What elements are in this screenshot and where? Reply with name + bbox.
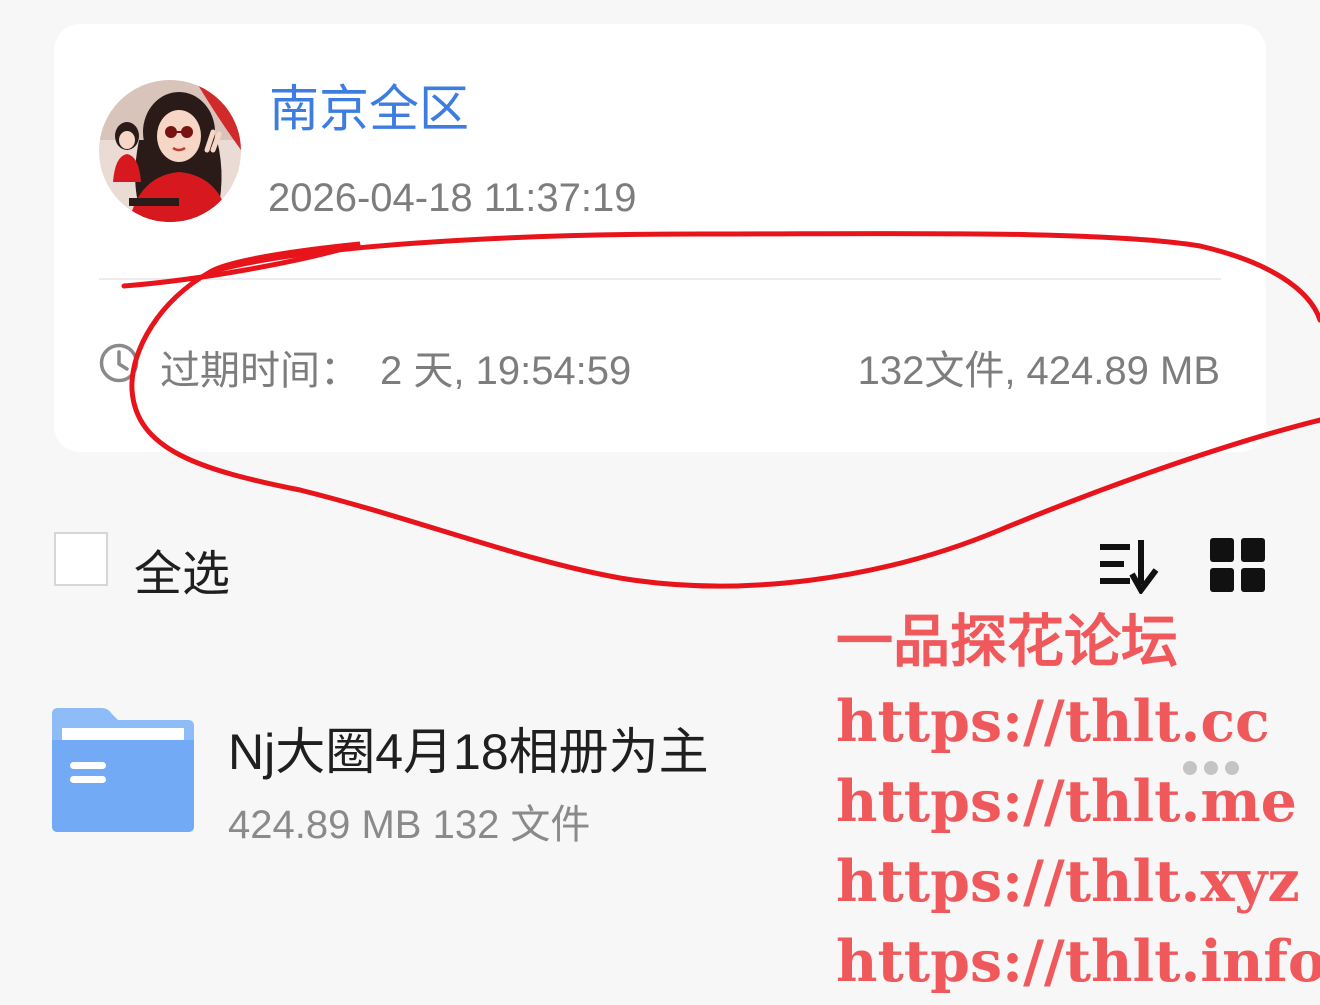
watermark-line: https://thlt.cc bbox=[836, 688, 1270, 755]
more-options-icon[interactable] bbox=[1180, 758, 1242, 778]
share-title: 南京全区 bbox=[269, 81, 469, 137]
select-all-label[interactable]: 全选 bbox=[134, 534, 230, 604]
avatar[interactable] bbox=[99, 80, 241, 222]
expire-label: 过期时间： bbox=[160, 349, 360, 393]
folder-icon[interactable] bbox=[52, 706, 194, 832]
watermark-line: https://thlt.me bbox=[836, 768, 1297, 835]
expire-countdown: 2 天, 19:54:59 bbox=[380, 349, 632, 393]
watermark-line: https://thlt.xyz bbox=[836, 848, 1300, 915]
avatar-image bbox=[99, 80, 241, 222]
divider bbox=[99, 278, 1221, 280]
share-timestamp: 2026-04-18 11:37:19 bbox=[268, 176, 637, 220]
clock-icon bbox=[99, 343, 139, 383]
share-info-card: 南京全区 2026-04-18 11:37:19 过期时间： 2 天, 19:5… bbox=[54, 24, 1266, 452]
sort-descending-icon[interactable] bbox=[1098, 536, 1160, 594]
grid-view-icon[interactable] bbox=[1208, 536, 1268, 594]
watermark-line: 一品探花论坛 bbox=[836, 608, 1178, 675]
file-name[interactable]: Nj大圈4月18相册为主 bbox=[228, 712, 709, 784]
share-summary: 132文件, 424.89 MB bbox=[857, 349, 1220, 393]
file-meta: 424.89 MB 132 文件 bbox=[228, 803, 591, 847]
select-all-checkbox[interactable] bbox=[54, 532, 108, 586]
watermark-line: https://thlt.info bbox=[836, 928, 1320, 995]
watermark-overlay: 一品探花论坛 https://thlt.cc https://thlt.me h… bbox=[836, 602, 1320, 1002]
